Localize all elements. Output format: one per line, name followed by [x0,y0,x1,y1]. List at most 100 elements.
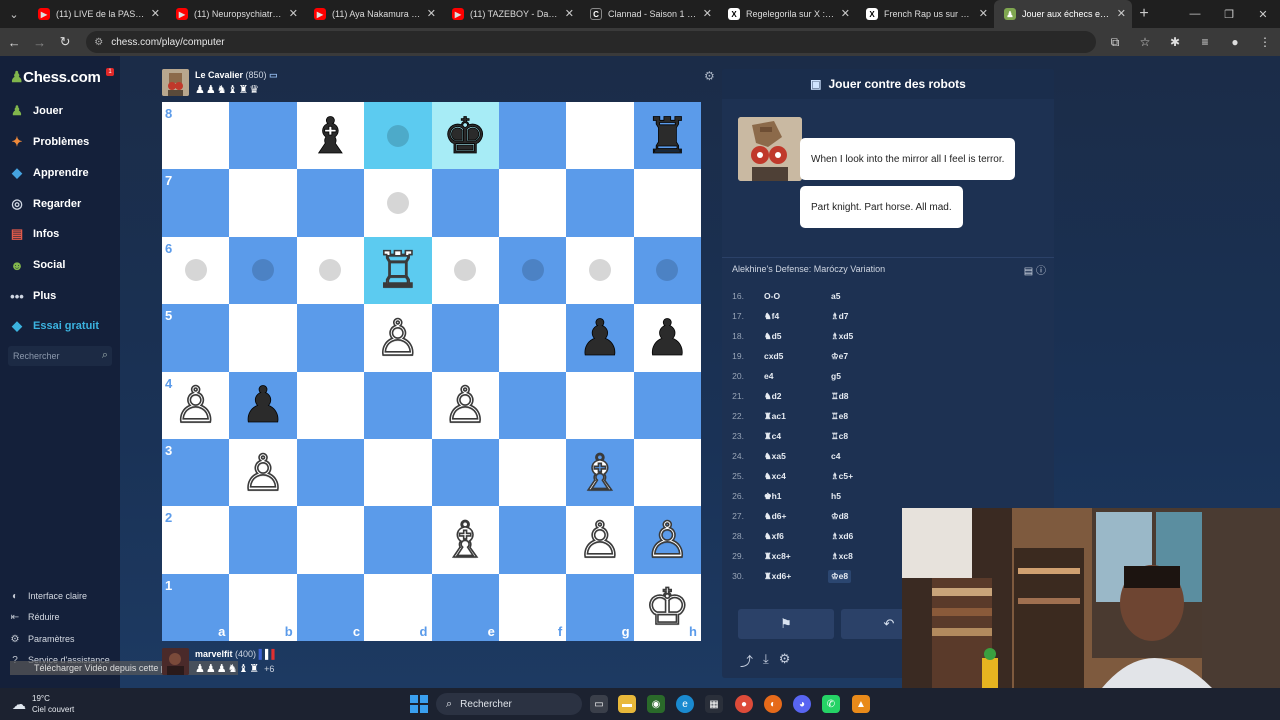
black-pawn-icon[interactable]: ♟ [644,312,690,363]
square-h7[interactable] [633,169,701,237]
profile-avatar[interactable]: ● [1220,35,1250,50]
resign-flag-button[interactable]: ⚑ [738,609,834,639]
square-c5[interactable] [296,304,365,372]
move-hint-dot[interactable] [386,192,409,215]
back-icon[interactable]: ← [3,30,25,54]
move-hint-dot[interactable] [319,259,342,282]
browser-tab[interactable]: ▶ (11) LIVE de la PASSION - ✕ [28,0,166,28]
white-bishop-icon[interactable]: ♗ [577,447,623,499]
square-a6[interactable]: 6 [162,236,230,305]
browser-tab[interactable]: ▶ (11) TAZEBOY - Dans me ✕ [442,0,580,28]
browser-tab[interactable]: ▶ (11) Neuropsychiatre (Dr. ✕ [166,0,304,28]
task-view-icon[interactable]: ▭ [590,695,608,713]
sidebar-item-apprendre[interactable]: ◆ Apprendre [8,162,116,184]
square-g7[interactable] [566,169,634,237]
square-c4[interactable] [296,371,365,439]
share-icon[interactable]: ⤴ [740,651,753,670]
white-move[interactable]: ♞f4 [764,311,779,322]
forward-icon[interactable]: → [28,30,50,54]
move-hint-dot[interactable] [252,259,275,282]
black-move[interactable]: ♔e7 [831,351,848,362]
white-move[interactable]: ♞d2 [764,391,782,402]
bookmark-star-icon[interactable]: ☆ [1130,35,1160,50]
browser-tab[interactable]: ▶ (11) Aya Nakamura a un p ✕ [304,0,442,28]
white-pawn-icon[interactable]: ♙ [577,514,623,566]
square-e3[interactable] [431,438,499,507]
square-b8[interactable] [229,102,297,170]
square-f3[interactable] [498,438,567,507]
square-g6[interactable] [566,236,634,305]
close-tab-icon[interactable]: ✕ [841,7,850,20]
square-h6[interactable] [633,236,701,305]
install-app-icon[interactable]: ⧉ [1100,35,1130,50]
close-tab-icon[interactable]: ✕ [703,7,712,20]
white-rook-icon[interactable]: ♖ [375,245,421,297]
square-f2[interactable] [498,506,567,574]
player-avatar[interactable] [162,648,189,675]
white-move[interactable]: ♚h1 [764,491,782,502]
black-pawn-icon[interactable]: ♟ [240,380,286,431]
white-pawn-icon[interactable]: ♙ [375,312,421,364]
square-h1[interactable]: h ♔ [633,573,701,641]
black-move[interactable]: ♔e8 [828,570,852,583]
square-g4[interactable] [566,371,634,439]
maximize-icon[interactable]: ❐ [1212,0,1246,28]
sidebar-item-plus[interactable]: ••• Plus [8,285,116,307]
vlc-icon[interactable]: ▲ [852,695,870,713]
address-bar[interactable]: ⚙ chess.com/play/computer [86,31,1096,53]
square-f1[interactable]: f [498,573,567,641]
white-move[interactable]: ♞xa5 [764,451,786,462]
file-explorer-icon[interactable]: ▬ [618,695,636,713]
square-b6[interactable] [229,236,297,305]
square-d3[interactable] [364,438,432,507]
white-bishop-icon[interactable]: ♗ [442,514,488,566]
chesscom-logo[interactable]: ♟Chess.com [10,68,101,86]
black-move[interactable]: ♖d8 [831,391,849,402]
extensions-icon[interactable]: ✱ [1160,35,1190,50]
browser-tab[interactable]: X Regelegorila sur X : "Envi ✕ [718,0,856,28]
settings-gear-icon[interactable]: ⚙ [779,651,791,670]
white-move[interactable]: O-O [764,291,780,301]
taskbar-search-input[interactable]: ⌕ Rechercher [436,693,582,715]
move-hint-dot[interactable] [184,259,207,282]
square-a8[interactable]: 8 [162,102,230,170]
opening-book-icon[interactable]: ▤ ⓘ [1024,262,1046,277]
square-c1[interactable]: c [296,573,365,641]
square-d2[interactable] [364,506,432,574]
square-e6[interactable] [431,236,499,305]
white-move[interactable]: ♞xc4 [764,471,786,482]
square-g8[interactable] [566,102,634,170]
white-move[interactable]: ♞d6+ [764,511,787,522]
sidebar-item-problèmes[interactable]: ✦ Problèmes [8,131,116,153]
square-b5[interactable] [229,304,297,372]
square-f8[interactable] [498,102,567,170]
opponent-name[interactable]: Le Cavalier (850) ▭ [195,70,278,81]
black-move[interactable]: ♖e8 [831,411,848,422]
download-icon[interactable]: ⤓ [763,651,769,670]
square-e5[interactable] [431,304,499,372]
browser-tab[interactable]: ♟ Jouer aux échecs en ligne ✕ [994,0,1132,28]
square-f6[interactable] [498,236,567,305]
close-tab-icon[interactable]: ✕ [289,7,298,20]
minimize-icon[interactable]: — [1178,0,1212,28]
site-info-icon[interactable]: ⚙ [94,37,103,48]
square-d8[interactable] [364,102,432,170]
square-c2[interactable] [296,506,365,574]
black-move[interactable]: ♔d8 [831,511,849,522]
move-hint-dot[interactable] [386,124,409,147]
square-h2[interactable]: ♙ [633,506,701,574]
black-rook-icon[interactable]: ♜ [644,110,690,161]
sidebar-item-regarder[interactable]: ◎ Regarder [8,193,116,215]
white-pawn-icon[interactable]: ♙ [644,514,690,566]
square-b1[interactable]: b [229,573,297,641]
square-g2[interactable]: ♙ [566,506,634,574]
black-bishop-icon[interactable]: ♝ [308,110,354,161]
sidebar-bottom-item[interactable]: ◐ Interface claire [8,588,87,604]
move-hint-dot[interactable] [454,259,477,282]
close-tab-icon[interactable]: ✕ [1117,7,1126,20]
sidebar-bottom-item[interactable]: ⇤ Réduire [8,609,60,625]
close-tab-icon[interactable]: ✕ [565,7,574,20]
square-f7[interactable] [498,169,567,237]
white-move[interactable]: ♞xf6 [764,531,784,542]
white-pawn-icon[interactable]: ♙ [442,379,488,431]
